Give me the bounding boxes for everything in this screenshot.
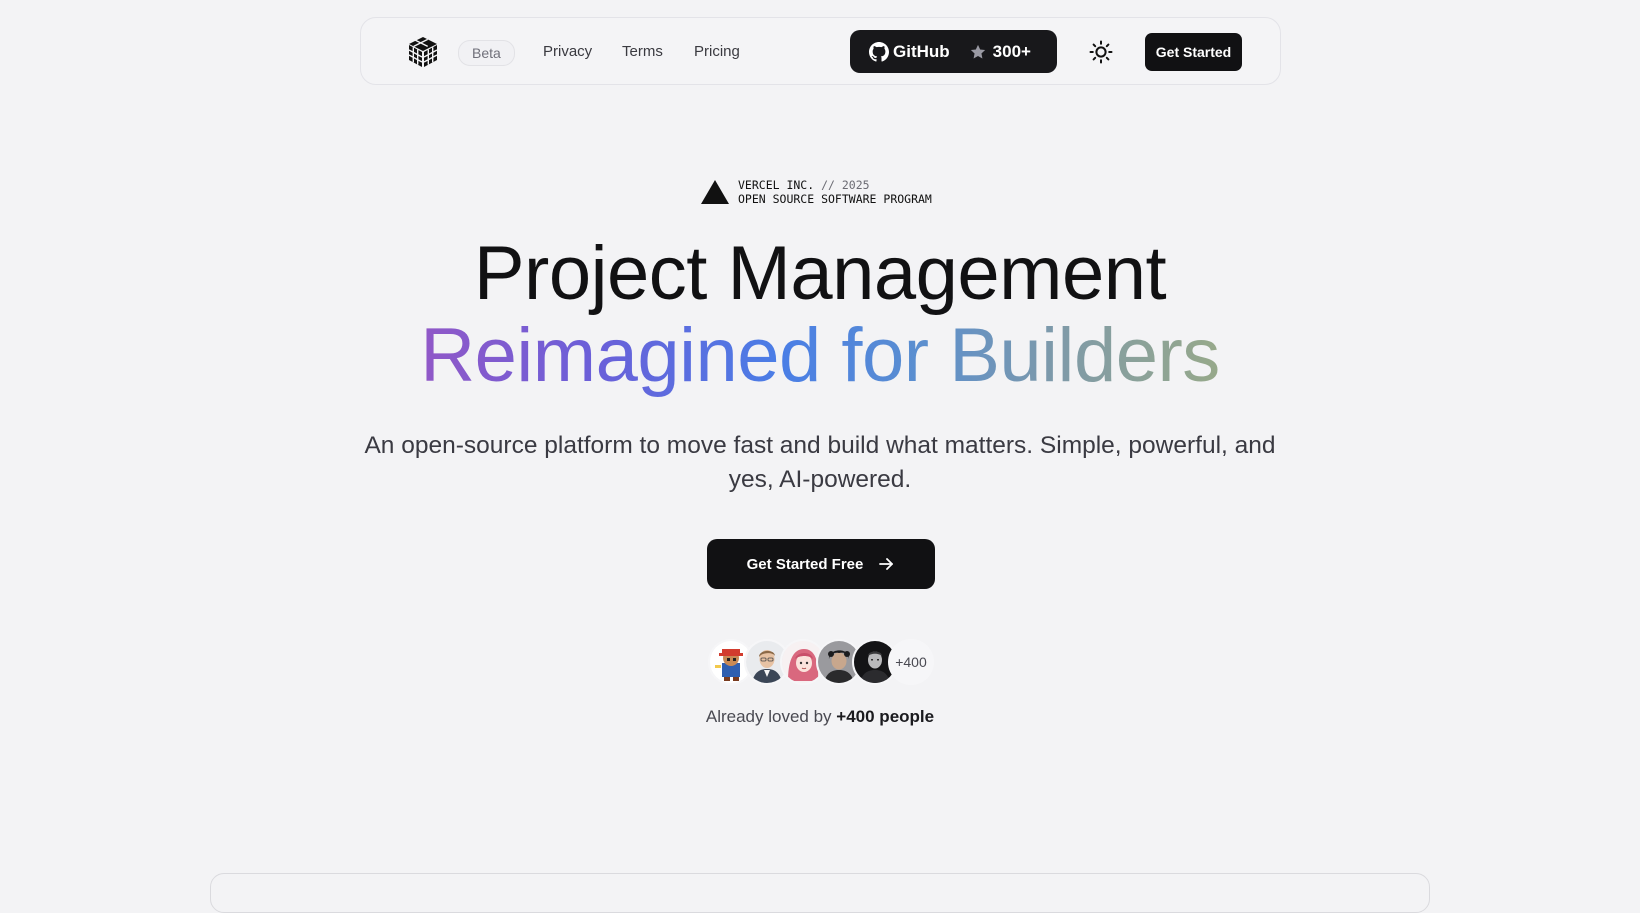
nav-link-pricing[interactable]: Pricing	[694, 40, 740, 64]
cta-label: Get Started Free	[746, 555, 864, 573]
social-proof-text: Already loved by +400 people	[0, 707, 1640, 727]
avatar-stack: +400	[708, 639, 938, 685]
avatar-more-count: +400	[888, 639, 934, 685]
nav-link-privacy[interactable]: Privacy	[543, 40, 592, 64]
badge-program: OPEN SOURCE SOFTWARE PROGRAM	[738, 192, 932, 206]
hero-title: Project Management Reimagined for Builde…	[0, 233, 1640, 397]
github-star-count: 300+	[992, 41, 1031, 61]
sun-icon	[1087, 40, 1115, 70]
arrow-right-icon	[877, 555, 895, 573]
hero-title-line1: Project Management	[473, 231, 1167, 316]
vercel-triangle-icon	[701, 180, 729, 204]
github-button[interactable]: GitHub 300+	[850, 30, 1057, 73]
hero-title-line2: Reimagined for Builders	[420, 313, 1220, 398]
theme-toggle-button[interactable]	[1087, 38, 1115, 66]
get-started-button[interactable]: Get Started	[1145, 33, 1242, 71]
beta-badge: Beta	[458, 40, 515, 66]
top-navbar: Beta Privacy Terms Pricing GitHub 300+ G…	[360, 17, 1281, 85]
hero-subtitle: An open-source platform to move fast and…	[364, 432, 1276, 493]
github-icon	[869, 41, 889, 62]
vercel-badge-text: VERCEL INC. // 2025 OPEN SOURCE SOFTWARE…	[738, 178, 932, 206]
github-label: GitHub	[893, 41, 950, 61]
star-icon	[969, 43, 987, 61]
badge-company: VERCEL INC.	[738, 178, 815, 192]
loved-count: +400 people	[836, 707, 935, 726]
nav-link-terms[interactable]: Terms	[622, 40, 663, 64]
get-started-free-button[interactable]: Get Started Free	[707, 539, 935, 589]
loved-prefix: Already loved by	[705, 707, 832, 726]
preview-frame	[210, 873, 1430, 913]
logo-icon[interactable]	[408, 36, 438, 68]
badge-year: // 2025	[821, 178, 870, 192]
